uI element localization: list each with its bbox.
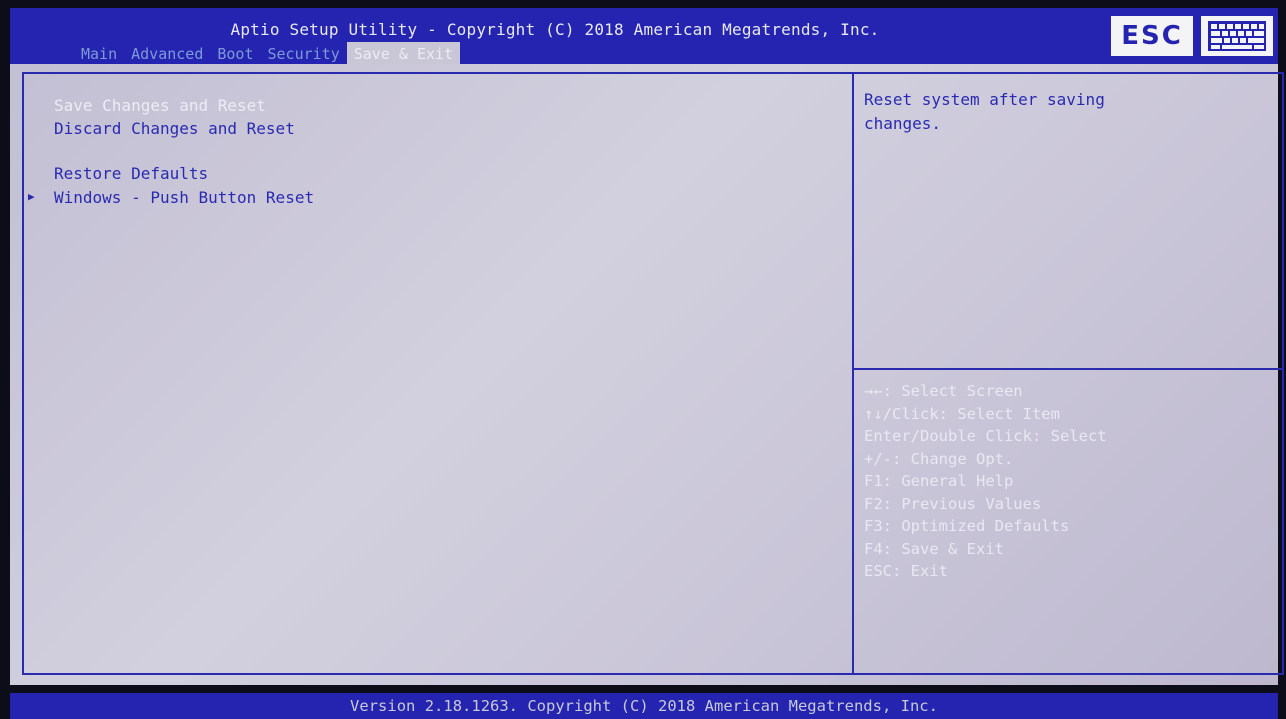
key-legend: →←: Select Screen ↑↓/Click: Select Item … [864,380,1107,583]
menu-pane: Save Changes and Reset Discard Changes a… [22,72,854,675]
key-hint-general-help: F1: General Help [864,472,1014,490]
key-hint-optimized-defaults: F3: Optimized Defaults [864,517,1070,535]
menu-item-restore-defaults[interactable]: Restore Defaults [54,164,208,183]
tab-save-exit[interactable]: Save & Exit [346,42,461,66]
submenu-arrow-icon: ▶ [28,190,35,203]
tab-advanced[interactable]: Advanced [124,42,210,66]
key-hint-exit: ESC: Exit [864,562,948,580]
esc-button-label: ESC [1121,21,1183,51]
menu-item-windows-push-button-reset[interactable]: Windows - Push Button Reset [54,188,314,207]
help-divider [854,368,1282,370]
setup-title: Aptio Setup Utility - Copyright (C) 2018… [230,20,880,39]
key-hint-select: Enter/Double Click: Select [864,427,1107,445]
title-bar: Aptio Setup Utility - Copyright (C) 2018… [10,8,1278,66]
key-hint-save-exit: F4: Save & Exit [864,539,1004,558]
help-description: Reset system after saving changes. [864,90,1105,133]
key-hint-select-screen: →←: Select Screen [864,382,1023,400]
keyboard-icon [1208,21,1266,51]
key-hint-select-item: ↑↓/Click: Select Item [864,404,1060,423]
keyboard-button[interactable] [1201,16,1273,56]
tab-bar: Main Advanced Boot Security Save & Exit [74,42,461,66]
version-text: Version 2.18.1263. Copyright (C) 2018 Am… [350,697,938,715]
esc-button[interactable]: ESC [1111,16,1193,56]
menu-item-discard-changes-reset[interactable]: Discard Changes and Reset [54,119,295,138]
menu-item-save-changes-reset[interactable]: Save Changes and Reset [54,96,266,115]
tab-boot[interactable]: Boot [210,42,260,66]
setup-body: Save Changes and Reset Discard Changes a… [10,64,1284,685]
tab-main[interactable]: Main [74,42,124,66]
status-bar: Version 2.18.1263. Copyright (C) 2018 Am… [10,693,1278,719]
tab-security[interactable]: Security [261,42,347,66]
help-pane: Reset system after saving changes. →←: S… [854,72,1284,675]
key-hint-previous-values: F2: Previous Values [864,494,1042,513]
key-hint-change-opt: +/-: Change Opt. [864,449,1014,468]
